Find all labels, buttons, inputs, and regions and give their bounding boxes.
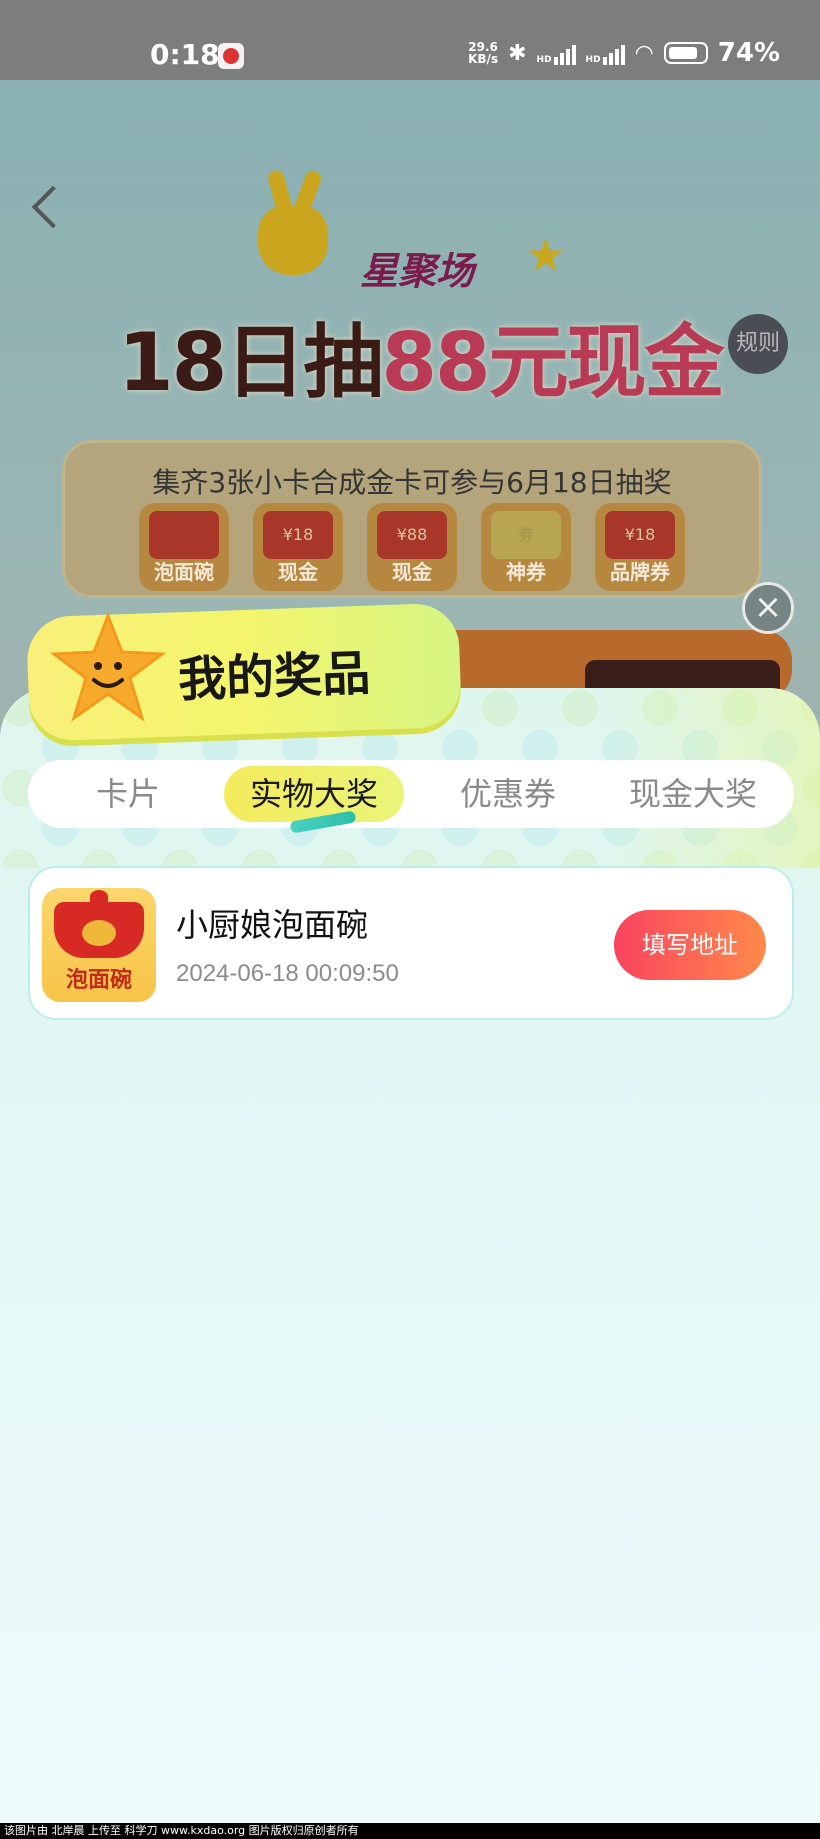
card-panel-text: 集齐3张小卡合成金卡可参与6月18日抽奖 — [152, 466, 672, 499]
noodle-bowl-icon — [54, 890, 144, 958]
fill-address-button[interactable]: 填写地址 — [614, 910, 766, 980]
mini-card-noodle-bowl[interactable]: 泡面碗 — [139, 503, 229, 591]
mini-card-cash-88[interactable]: ¥88 现金 — [367, 503, 457, 591]
mini-card-coupon[interactable]: 券 神券 — [481, 503, 571, 591]
mini-card-brand-coupon[interactable]: ¥18 品牌券 — [595, 503, 685, 591]
star-mascot-icon — [49, 611, 167, 722]
tab-cards[interactable]: 卡片 — [58, 760, 198, 828]
signal-2-group: HD — [586, 41, 625, 65]
hd-label-1: HD — [536, 55, 552, 65]
signal-strength-icon — [602, 41, 625, 65]
prize-sheet — [0, 688, 820, 1839]
bluetooth-icon: ✱ — [508, 40, 527, 66]
prize-tabs: 卡片 实物大奖 优惠券 现金大奖 — [28, 760, 794, 828]
red-envelope-icon: ¥18 — [605, 511, 675, 559]
notification-app-icon — [218, 43, 244, 69]
tab-physical-prizes[interactable]: 实物大奖 — [224, 766, 404, 822]
prize-thumbnail: 泡面碗 — [42, 888, 156, 1002]
back-arrow-icon[interactable] — [31, 185, 75, 229]
banner-title: 18日抽88元现金 — [118, 316, 725, 409]
prize-list-item: 泡面碗 小厨娘泡面碗 2024-06-18 00:09:50 填写地址 — [28, 866, 794, 1020]
ticket-icon: 券 — [491, 511, 561, 559]
prize-timestamp: 2024-06-18 00:09:50 — [176, 960, 399, 987]
watermark: 该图片由 北岸晨 上传至 科学刀 www.kxdao.org 图片版权归原创者所… — [0, 1823, 820, 1839]
status-time: 0:18 — [150, 38, 220, 71]
wifi-icon: ◠ — [634, 40, 654, 66]
status-indicators: 29.6 KB/s ✱ HD HD ◠ 74% — [468, 38, 780, 68]
signal-strength-icon — [553, 41, 576, 65]
mini-card-cash-18[interactable]: ¥18 现金 — [253, 503, 343, 591]
network-speed: 29.6 KB/s — [468, 40, 499, 66]
signal-1-group: HD — [537, 41, 576, 65]
status-bar: 0:18 29.6 KB/s ✱ HD HD ◠ 74% — [0, 0, 820, 80]
card-collection-panel: 集齐3张小卡合成金卡可参与6月18日抽奖 泡面碗 ¥18 现金 ¥88 现金 券… — [62, 440, 762, 598]
battery-percent: 74% — [717, 38, 780, 68]
hd-label-2: HD — [585, 55, 601, 65]
star-icon: ★ — [525, 228, 567, 282]
tab-coupons[interactable]: 优惠券 — [428, 760, 588, 828]
battery-icon — [663, 42, 708, 64]
red-envelope-icon: ¥18 — [263, 511, 333, 559]
tab-cash-prizes[interactable]: 现金大奖 — [608, 760, 778, 828]
red-envelope-icon: ¥88 — [377, 511, 447, 559]
bowl-icon — [149, 511, 219, 559]
prize-name: 小厨娘泡面碗 — [176, 906, 369, 944]
banner-brand: 星聚场 — [360, 249, 475, 293]
rabbit-mascot-icon — [258, 205, 328, 275]
prize-header-title: 我的奖品 — [177, 645, 372, 709]
rules-button[interactable]: 规则 — [728, 314, 788, 374]
close-icon[interactable]: × — [742, 582, 794, 634]
